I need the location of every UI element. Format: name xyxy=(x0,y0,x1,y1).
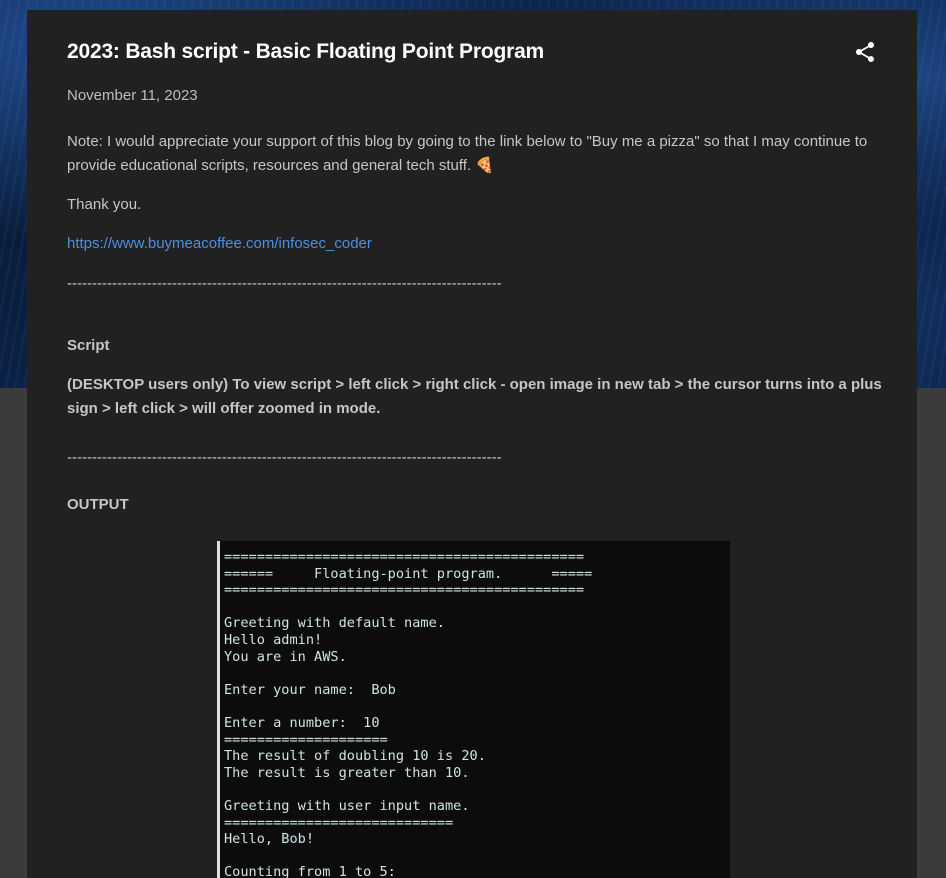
terminal-line: Greeting with user input name. xyxy=(224,797,470,814)
terminal-line: You are in AWS. xyxy=(224,648,347,665)
terminal-line: Hello, Bob! xyxy=(224,831,315,848)
terminal-line: The result of doubling 10 is 20. xyxy=(224,748,486,765)
terminal-line: ============================ xyxy=(224,814,454,831)
separator-line: ----------------------------------------… xyxy=(67,449,502,466)
thank-you-text: Thank you. xyxy=(67,196,142,213)
terminal-line: Greeting with default name. xyxy=(224,615,445,632)
output-heading: OUTPUT xyxy=(67,496,129,513)
terminal-line: Counting from 1 to 5: xyxy=(224,864,396,878)
terminal-line: ========================================… xyxy=(224,582,585,599)
share-icon[interactable] xyxy=(853,40,877,64)
script-heading: Script xyxy=(67,337,110,354)
terminal-output-image[interactable]: ========================================… xyxy=(217,541,730,878)
terminal-line: The result is greater than 10. xyxy=(224,764,470,781)
post-title: 2023: Bash script - Basic Floating Point… xyxy=(67,40,545,63)
post-date: November 11, 2023 xyxy=(67,87,198,104)
separator-line: ----------------------------------------… xyxy=(67,275,502,292)
terminal-line: Hello admin! xyxy=(224,631,323,648)
buymeacoffee-link[interactable]: https://www.buymeacoffee.com/infosec_cod… xyxy=(67,232,882,256)
terminal-line: Enter a number: 10 xyxy=(224,714,380,731)
support-note-text: Note: I would appreciate your support of… xyxy=(67,133,868,174)
pizza-icon: 🍕 xyxy=(475,157,494,174)
terminal-line: Enter your name: Bob xyxy=(224,681,396,698)
terminal-line: ==================== xyxy=(224,731,388,748)
post-card: 2023: Bash script - Basic Floating Point… xyxy=(27,10,917,878)
terminal-line: ====== Floating-point program. ===== xyxy=(224,565,593,582)
terminal-line: ========================================… xyxy=(224,549,585,565)
desktop-instructions: (DESKTOP users only) To view script > le… xyxy=(67,376,882,417)
support-note: Note: I would appreciate your support of… xyxy=(67,130,882,178)
terminal-lines: ========================================… xyxy=(224,549,592,878)
